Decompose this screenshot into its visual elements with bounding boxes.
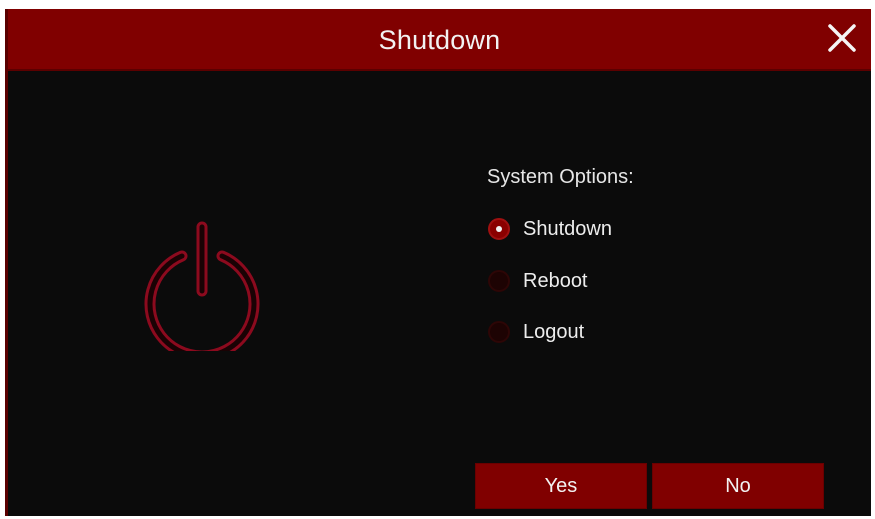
radio-button-unselected[interactable] (488, 270, 510, 292)
dialog-title: Shutdown (378, 25, 501, 55)
yes-button[interactable]: Yes (475, 463, 647, 509)
radio-label-reboot: Reboot (523, 269, 588, 292)
radio-reboot[interactable]: Reboot (488, 266, 588, 296)
system-options-label: System Options: (487, 166, 634, 188)
power-icon (142, 221, 262, 362)
radio-shutdown[interactable]: Shutdown (488, 214, 612, 244)
radio-label-shutdown: Shutdown (523, 217, 612, 240)
no-button[interactable]: No (652, 463, 824, 509)
close-icon[interactable] (827, 23, 857, 53)
title-bar: Shutdown (8, 9, 871, 71)
radio-logout[interactable]: Logout (488, 317, 584, 347)
radio-button-unselected[interactable] (488, 321, 510, 343)
radio-button-selected[interactable] (488, 218, 510, 240)
radio-label-logout: Logout (523, 320, 585, 343)
shutdown-dialog: Shutdown System Options: Shutdown Reboot… (5, 9, 871, 516)
